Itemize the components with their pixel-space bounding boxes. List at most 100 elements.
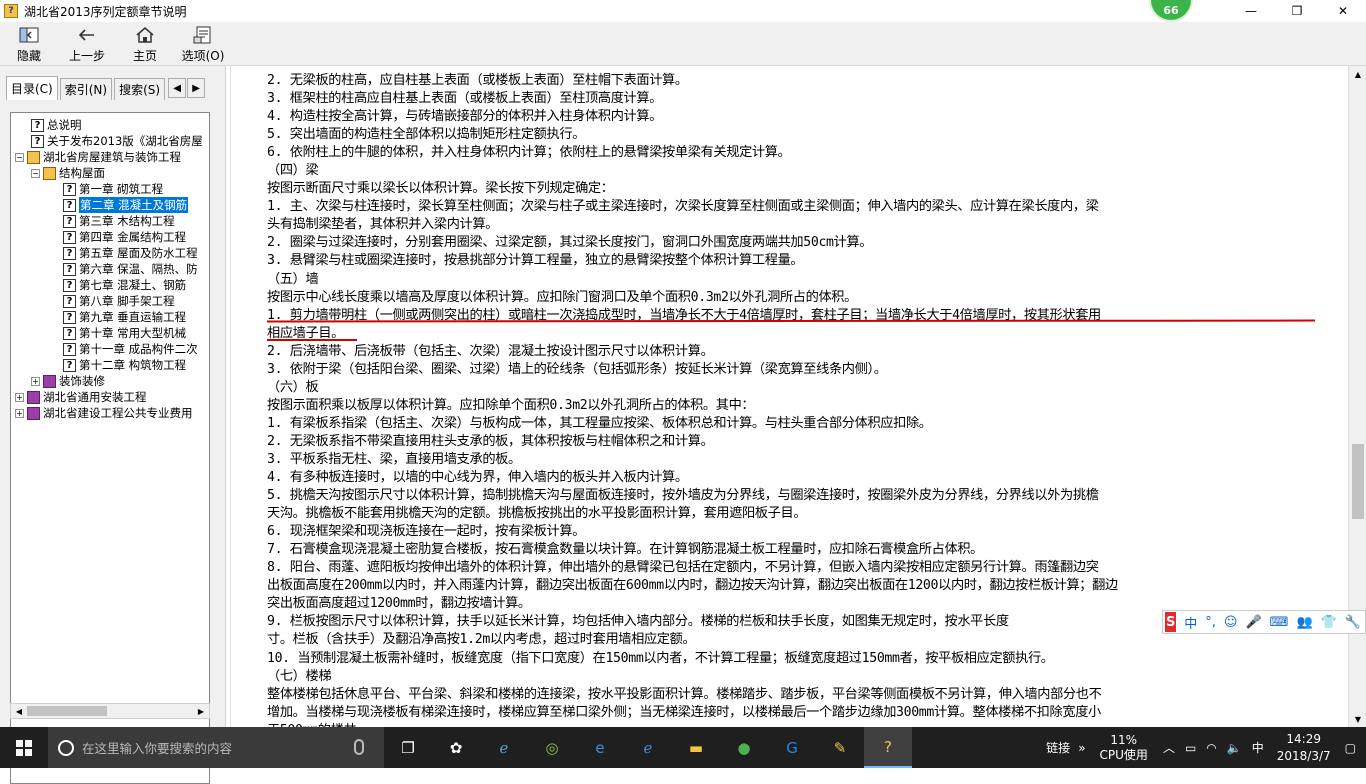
text-line: 增加。当楼梯与现浇楼板有梯梁连接时，楼梯应算至梯口梁外侧；当无梯梁连接时，以楼梯… [267,704,1101,720]
scroll-right-icon[interactable]: ▶ [193,704,209,718]
scroll-thumb[interactable] [27,706,107,716]
ie-browser-icon[interactable]: ℯ [480,727,528,768]
tree-item[interactable]: + 装饰装修 [11,373,207,389]
task-view-icon[interactable]: ❐ [384,727,432,768]
tree-item-label: 总说明 [47,118,82,132]
ime-chinese-toggle[interactable]: 中 [1184,613,1197,632]
tree-item[interactable]: ? 第七章 混凝土、钢筋 [11,277,207,293]
scroll-left-icon[interactable]: ◀ [11,704,27,718]
tree-item[interactable]: ? 第十章 常用大型机械 [11,325,207,341]
chevron-right-icon[interactable]: » [1078,741,1085,755]
text-line: 头有捣制梁垫者，其体积并入梁内计算。 [267,217,499,233]
file-explorer-icon[interactable]: ▬ [672,727,720,768]
collapse-icon[interactable]: − [31,168,40,178]
tab-contents[interactable]: 目录(C) [6,76,58,100]
microphone-icon[interactable] [354,739,364,755]
book-icon [43,374,56,388]
scroll-down-icon[interactable]: ▼ [1349,711,1366,727]
tab-scroll-right-icon[interactable]: ▶ [187,78,206,98]
text-line: 整体楼梯包括休息平台、平台梁、斜梁和楼梯的连接梁，按水平投影面积计算。楼梯踏步、… [267,686,1102,702]
text-line: 寸。栏板（含扶手）及翻沿净高按1.2m以内考虑，超过时套用墙相应定额。 [267,632,696,648]
edge-browser-icon[interactable]: e [576,727,624,768]
tree-item[interactable]: + 湖北省建设工程公共专业费用 [11,405,207,421]
home-button[interactable]: 主页 [116,22,174,66]
fan-app-icon[interactable]: ✿ [432,727,480,768]
links-toolbar-label[interactable]: 链接 [1046,739,1070,756]
ime-toolbar[interactable]: S 中 °, ☺ 🎤 ⌨ 👥 👕 🔧 [1162,610,1366,634]
tree-item-label: 第三章 木结构工程 [79,214,175,228]
notes-app-icon[interactable]: ✎ [816,727,864,768]
scroll-up-icon[interactable]: ▲ [1349,66,1366,82]
clock[interactable]: 14:29 2018/3/7 [1277,731,1331,765]
chrome-like-browser-icon[interactable]: ◎ [528,727,576,768]
score-badge[interactable]: 66 [1151,0,1191,20]
ime-punctuation-icon[interactable]: °, [1205,615,1216,630]
tree-item[interactable]: + 湖北省通用安装工程 [11,389,207,405]
edge-browser-2-icon[interactable]: ℯ [624,727,672,768]
tree-item[interactable]: ? 第五章 屋面及防水工程 [11,245,207,261]
blue-g-app-icon[interactable]: G [768,727,816,768]
ime-tools-icon[interactable]: 🔧 [1345,615,1361,630]
expand-icon[interactable]: + [15,392,24,402]
ime-emoji-icon[interactable]: ☺ [1224,615,1238,630]
taskbar-search-input[interactable]: 在这里输入你要搜索的内容 [48,727,384,768]
hide-button[interactable]: 隐藏 [0,22,58,66]
tree-item[interactable]: ? 第一章 砌筑工程 [11,181,207,197]
tree-item[interactable]: ? 第八章 脚手架工程 [11,293,207,309]
expand-icon[interactable]: + [15,408,24,418]
help-page-icon: ? [63,294,76,308]
ime-voice-icon[interactable]: 🎤 [1245,615,1261,630]
tree-horizontal-scrollbar[interactable]: ◀ ▶ [10,703,210,719]
text-line: 3. 平板系指无柱、梁，直接用墙支承的板。 [267,451,521,467]
green-app-icon[interactable]: ● [720,727,768,768]
cpu-label: CPU使用 [1099,747,1148,762]
volume-icon[interactable]: 🔈 [1227,741,1242,755]
back-label: 上一步 [68,48,105,63]
wifi-icon[interactable]: ◠ [1206,741,1216,755]
search-placeholder: 在这里输入你要搜索的内容 [82,741,233,756]
ime-keyboard-icon[interactable]: ⌨ [1270,615,1289,630]
tree-item[interactable]: ? 总说明 [11,117,207,133]
network-icon[interactable]: ▭ [1185,741,1196,755]
maximize-button[interactable]: ❐ [1274,0,1320,22]
ime-skin-icon[interactable]: 👕 [1321,615,1337,630]
tree-item[interactable]: ? 第十一章 成品构件二次 [11,341,207,357]
collapse-icon[interactable]: − [15,152,24,162]
tree-item[interactable]: − 结构屋面 [11,165,207,181]
help-viewer-taskbar-icon[interactable]: ? [864,727,912,768]
tree-item[interactable]: ? 第四章 金属结构工程 [11,229,207,245]
tree-item[interactable]: ? 第二章 混凝土及钢筋 [11,197,207,213]
tree-item[interactable]: ? 第九章 垂直运输工程 [11,309,207,325]
help-page-icon: ? [63,326,76,340]
show-hidden-icons-icon[interactable]: ︿ [1163,739,1175,756]
taskbar: 在这里输入你要搜索的内容 ❐ ✿ ℯ ◎ e ℯ ▬ ● G ✎ ? 链接 » … [0,727,1366,768]
options-button[interactable]: 选项(O) [174,22,232,66]
close-button[interactable]: ✕ [1320,0,1366,22]
help-app-icon: ? [4,4,18,18]
content-scroll-thumb[interactable] [1352,444,1364,519]
expand-icon[interactable]: + [31,376,40,386]
text-line: 4. 构造柱按全高计算，与砖墙嵌接部分的体积并入柱身体积内计算。 [267,109,663,125]
nav-tabs: 目录(C) 索引(N) 搜索(S) ◀ ▶ [6,76,206,100]
ime-user-icon[interactable]: 👥 [1296,615,1312,630]
notifications-icon[interactable]: ▢ [1345,741,1356,755]
input-language[interactable]: 中 [1252,739,1264,756]
tree-item[interactable]: ? 第三章 木结构工程 [11,213,207,229]
tree-item[interactable]: ? 关于发布2013版《湖北省房屋 [11,133,207,149]
tree-item-label: 第十章 常用大型机械 [79,326,187,340]
options-label: 选项(O) [181,48,225,63]
start-button[interactable] [0,727,48,768]
tree-item-label: 第四章 金属结构工程 [79,230,187,244]
tab-scroll-left-icon[interactable]: ◀ [168,78,187,98]
tree-item-label: 关于发布2013版《湖北省房屋 [47,134,203,148]
tab-search[interactable]: 搜索(S) [114,78,166,100]
tree-item[interactable]: ? 第六章 保温、隔热、防 [11,261,207,277]
text-line: （四）梁 [267,163,319,179]
tree-item[interactable]: ? 第十二章 构筑物工程 [11,357,207,373]
tab-index[interactable]: 索引(N) [59,78,113,100]
minimize-button[interactable]: — [1228,0,1274,22]
navigation-pane: 目录(C) 索引(N) 搜索(S) ◀ ▶ ? 总说明? 关于发布2013版《湖北省… [0,66,226,784]
text-line: 2. 后浇墙带、后浇板带（包括主、次梁）混凝土按设计图示尺寸以体积计算。 [267,343,714,359]
back-button[interactable]: 上一步 [58,22,116,66]
tree-item[interactable]: − 湖北省房屋建筑与装饰工程 [11,149,207,165]
